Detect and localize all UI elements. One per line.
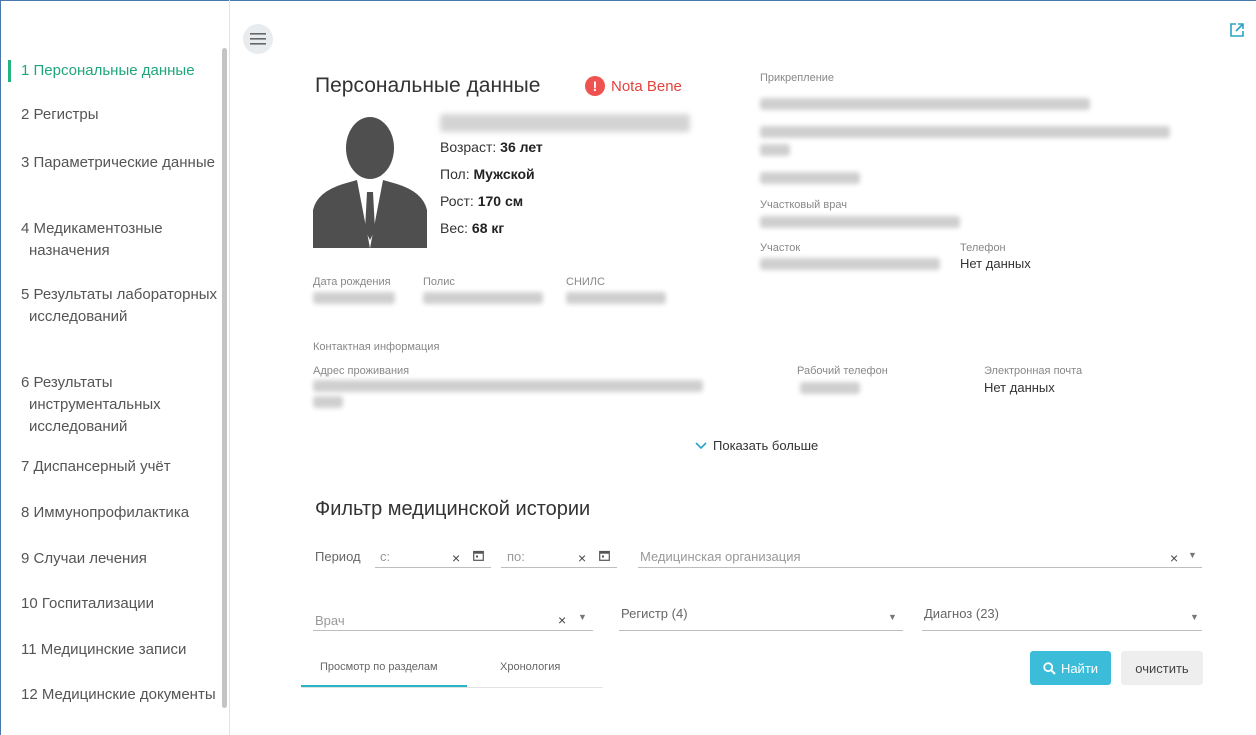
- filter-title: Фильтр медицинской истории: [315, 498, 591, 520]
- diagnosis-select-label[interactable]: Диагноз (23): [924, 606, 999, 621]
- district-label: Участок: [760, 242, 801, 254]
- height-value: 170 см: [477, 193, 524, 209]
- sidebar-item-medical-records[interactable]: 11 Медицинские записи: [8, 639, 220, 661]
- sex-value: Мужской: [473, 166, 535, 182]
- register-select-field[interactable]: [619, 630, 903, 631]
- snils-redacted: [566, 292, 666, 304]
- district-doctor-label: Участковый врач: [760, 199, 847, 211]
- sidebar-item-medical-documents[interactable]: 12 Медицинские документы: [8, 684, 220, 706]
- attachment-address-redacted-2: [760, 144, 790, 156]
- show-more-label: Показать больше: [713, 438, 819, 453]
- sidebar-item-instrumental-results[interactable]: 6 Результаты инструментальных исследован…: [8, 372, 220, 438]
- period-to-field[interactable]: [501, 567, 617, 568]
- district-doctor-redacted: [760, 216, 960, 228]
- address-label: Адрес проживания: [313, 365, 410, 377]
- policy-redacted: [423, 292, 543, 304]
- age-line: Возраст: 36 лет: [440, 139, 543, 155]
- register-select-label[interactable]: Регистр (4): [621, 606, 688, 621]
- period-from-placeholder[interactable]: с:: [380, 549, 390, 564]
- tab-by-sections[interactable]: Просмотр по разделам: [320, 661, 438, 673]
- tab-chronology[interactable]: Хронология: [500, 661, 560, 673]
- avatar: [313, 117, 427, 248]
- clear-to-icon[interactable]: ×: [578, 551, 586, 565]
- patient-name-redacted: [440, 114, 690, 132]
- org-select-placeholder[interactable]: Медицинская организация: [640, 549, 801, 564]
- calendar-from-icon[interactable]: [473, 549, 484, 563]
- email-value: Нет данных: [984, 380, 1055, 395]
- district-redacted: [760, 258, 940, 270]
- work-phone-label: Рабочий телефон: [797, 365, 888, 377]
- period-from-field[interactable]: [375, 567, 491, 568]
- menu-toggle-button[interactable]: [243, 24, 273, 54]
- nota-bene-label: Nota Bene: [611, 77, 682, 95]
- search-button[interactable]: Найти: [1030, 651, 1111, 685]
- clear-org-icon[interactable]: ×: [1170, 551, 1178, 565]
- weight-value: 68 кг: [471, 220, 505, 236]
- diagnosis-select-field[interactable]: [922, 630, 1202, 631]
- contact-info-label: Контактная информация: [313, 341, 440, 353]
- org-dropdown-icon[interactable]: ▼: [1188, 550, 1197, 560]
- sidebar-item-lab-results[interactable]: 5 Результаты лабораторных исследований: [8, 284, 220, 328]
- sidebar-item-medications[interactable]: 4 Медикаментозные назначения: [8, 218, 220, 262]
- email-label: Электронная почта: [984, 365, 1083, 377]
- open-external-icon[interactable]: [1229, 22, 1247, 40]
- doctor-select-placeholder[interactable]: Врач: [315, 613, 345, 628]
- snils-label: СНИЛС: [566, 276, 605, 288]
- clear-button[interactable]: очистить: [1121, 651, 1203, 685]
- doctor-dropdown-icon[interactable]: ▼: [578, 612, 587, 622]
- age-value: 36 лет: [500, 139, 543, 155]
- period-label: Период: [315, 549, 361, 564]
- policy-label: Полис: [423, 276, 455, 288]
- attachment-phone-redacted: [760, 172, 860, 184]
- sidebar-item-registers[interactable]: 2 Регистры: [8, 104, 220, 126]
- calendar-to-icon[interactable]: [599, 549, 610, 563]
- sidebar-item-treatment-cases[interactable]: 9 Случаи лечения: [8, 548, 220, 570]
- active-tab-indicator: [301, 685, 467, 687]
- height-label: Рост:: [440, 193, 474, 209]
- clear-from-icon[interactable]: ×: [452, 551, 460, 565]
- attachment-address-redacted: [760, 126, 1170, 138]
- sidebar-item-parametric-data[interactable]: 3 Параметрические данные: [8, 152, 220, 174]
- sidebar-item-dispensary[interactable]: 7 Диспансерный учёт: [8, 456, 220, 478]
- register-dropdown-icon[interactable]: ▼: [888, 612, 897, 622]
- personal-data-title: Персональные данные: [315, 74, 541, 97]
- height-line: Рост: 170 см: [440, 193, 523, 209]
- birth-date-redacted: [313, 292, 395, 304]
- org-select-field[interactable]: [638, 567, 1202, 568]
- age-label: Возраст:: [440, 139, 497, 155]
- work-phone-redacted: [800, 382, 860, 394]
- sidebar-item-personal-data[interactable]: 1 Персональные данные: [8, 60, 220, 82]
- tabs-divider: [301, 687, 603, 688]
- weight-label: Вес:: [440, 220, 469, 236]
- doctor-select-field[interactable]: [313, 630, 593, 631]
- weight-line: Вес: 68 кг: [440, 220, 504, 236]
- alert-icon: !: [585, 76, 605, 96]
- sidebar: 1 Персональные данные 2 Регистры 3 Парам…: [0, 0, 230, 735]
- sex-line: Пол: Мужской: [440, 166, 535, 182]
- sidebar-item-immunization[interactable]: 8 Иммунопрофилактика: [8, 502, 220, 524]
- period-to-placeholder[interactable]: по:: [507, 549, 525, 564]
- search-button-label: Найти: [1060, 660, 1099, 676]
- sidebar-item-hospitalizations[interactable]: 10 Госпитализации: [8, 593, 220, 615]
- birth-date-label: Дата рождения: [313, 276, 391, 288]
- hamburger-icon: [250, 33, 266, 45]
- attachment-org-redacted: [760, 98, 1090, 110]
- address-redacted-2: [313, 396, 343, 408]
- attachment-phone-label: Телефон: [960, 242, 1006, 254]
- nota-bene-link[interactable]: ! Nota Bene: [585, 76, 682, 96]
- sidebar-scrollbar[interactable]: [222, 48, 227, 708]
- attachment-phone-value: Нет данных: [960, 256, 1031, 271]
- search-icon: [1043, 661, 1056, 675]
- sex-label: Пол:: [440, 166, 470, 182]
- show-more-link[interactable]: Показать больше: [695, 438, 818, 453]
- address-redacted: [313, 380, 703, 392]
- attachment-label: Прикрепление: [760, 72, 835, 84]
- chevron-down-icon: [695, 441, 707, 449]
- diagnosis-dropdown-icon[interactable]: ▼: [1190, 612, 1199, 622]
- clear-doctor-icon[interactable]: ×: [558, 613, 566, 627]
